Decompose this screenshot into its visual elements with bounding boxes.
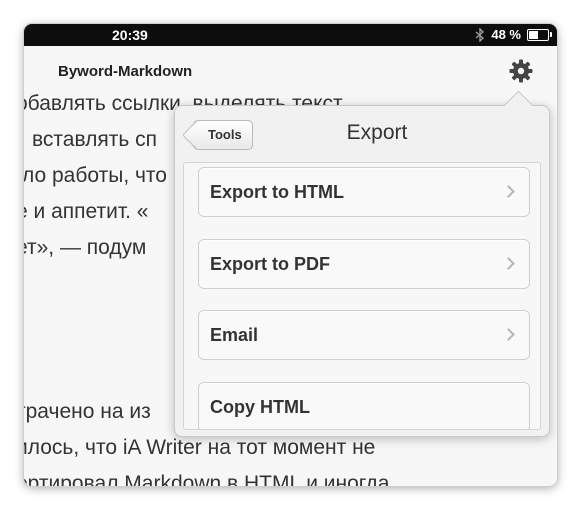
export-popover: Export Tools Export to HTML Export to PD… <box>174 90 550 437</box>
copy-html-item[interactable]: Copy HTML <box>198 382 530 429</box>
status-bar: 20:39 48 % <box>24 24 557 46</box>
chevron-right-icon <box>502 257 515 270</box>
status-indicators: 48 % <box>475 27 552 42</box>
export-options-list[interactable]: Export to HTML Export to PDF Email Copy … <box>183 162 541 430</box>
document-line: ертировал Markdown в HTML и иногда <box>24 472 390 486</box>
document-line: вставлять сп <box>32 128 158 151</box>
chevron-right-icon <box>502 328 515 341</box>
list-item-label: Email <box>210 325 259 345</box>
battery-percent: 48 % <box>491 27 521 42</box>
document-line: е и аппетит. « <box>24 200 149 223</box>
popover-header: Export Tools <box>175 106 549 162</box>
list-item-label: Export to HTML <box>210 182 344 202</box>
back-button-label: Tools <box>208 127 242 142</box>
ipad-screen: 20:39 48 % Byword-Markdown обавлять ссыл… <box>24 24 557 486</box>
document-line: ло работы, что <box>24 164 167 187</box>
export-to-pdf-item[interactable]: Export to PDF <box>198 239 530 289</box>
chevron-right-icon <box>502 185 515 198</box>
export-to-html-item[interactable]: Export to HTML <box>198 167 530 217</box>
bluetooth-icon <box>475 27 485 42</box>
battery-icon <box>527 28 552 41</box>
list-item-label: Export to PDF <box>210 254 330 274</box>
tools-back-button[interactable]: Tools <box>193 120 253 150</box>
status-time: 20:39 <box>112 27 148 43</box>
document-line: трачено на из <box>24 400 151 423</box>
document-line: ет», — подум <box>24 236 147 259</box>
document-title: Byword-Markdown <box>58 63 193 80</box>
list-item-label: Copy HTML <box>210 397 310 417</box>
email-item[interactable]: Email <box>198 310 530 360</box>
